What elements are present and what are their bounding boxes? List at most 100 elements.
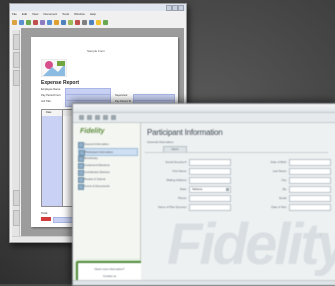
- text-input[interactable]: [189, 195, 231, 202]
- participant-toolbar: [73, 113, 335, 123]
- print-icon[interactable]: [103, 115, 108, 120]
- sidebar-nav-item[interactable]: Account Information: [78, 141, 136, 148]
- attachments-tab[interactable]: [13, 190, 20, 206]
- field-label: Last Name:: [272, 169, 287, 173]
- bookmarks-tab[interactable]: [13, 52, 20, 68]
- save-icon[interactable]: [111, 115, 116, 120]
- toolbar-button-icon[interactable]: [26, 19, 31, 25]
- menu-item[interactable]: Edit: [22, 12, 27, 17]
- toolbar-button-icon[interactable]: [68, 19, 73, 25]
- field-label: Social Security #:: [165, 160, 187, 164]
- comments-tab[interactable]: [13, 210, 20, 226]
- column-divider: [62, 110, 63, 206]
- left-form-field[interactable]: Mailing Address:: [141, 177, 237, 184]
- text-input[interactable]: [189, 177, 231, 184]
- field-label: Pay Period From:: [41, 94, 62, 97]
- home-icon[interactable]: [95, 115, 100, 120]
- text-input[interactable]: [289, 186, 331, 193]
- field-label: Date of Hire:: [271, 205, 287, 209]
- field-label: Mailing Address:: [166, 178, 187, 182]
- sidebar-nav-item[interactable]: Contribution Election: [78, 169, 136, 176]
- pdf-menu-bar: File Edit View Document Tools Window Help: [12, 12, 184, 17]
- field-label: Employee Name:: [41, 88, 61, 91]
- participant-window[interactable]: Fidelity Account Information Participant …: [72, 103, 335, 286]
- sidebar-nav-item[interactable]: Investment Elections: [78, 162, 136, 169]
- field-pay-from[interactable]: Pay Period From:: [41, 94, 111, 101]
- field-employee-name[interactable]: Employee Name:: [41, 88, 111, 95]
- left-form-field[interactable]: Social Security #:: [141, 159, 237, 166]
- text-input[interactable]: [289, 204, 331, 211]
- section-heading: General Information: [147, 140, 174, 144]
- right-form-field[interactable]: Email:: [239, 195, 335, 202]
- field-label: State:: [179, 187, 187, 191]
- menu-item[interactable]: File: [12, 12, 17, 17]
- field-label: Zip:: [282, 187, 287, 191]
- total-label: Total: [41, 211, 48, 215]
- signatures-tab[interactable]: [13, 70, 20, 86]
- menu-item[interactable]: Window: [74, 12, 85, 17]
- chevron-down-icon[interactable]: [226, 188, 229, 191]
- back-icon[interactable]: [79, 115, 84, 120]
- text-input[interactable]: [189, 204, 231, 211]
- toolbar-button-icon[interactable]: [103, 19, 108, 25]
- right-form-field[interactable]: Date of Hire:: [239, 204, 335, 211]
- text-input[interactable]: [289, 159, 331, 166]
- left-form-field[interactable]: First Name:: [141, 168, 237, 175]
- left-form-field[interactable]: Phone:: [141, 195, 237, 202]
- forward-icon[interactable]: [87, 115, 92, 120]
- promo-line: Contact us: [102, 274, 117, 278]
- menu-item[interactable]: View: [32, 12, 38, 17]
- right-form-field[interactable]: City:: [239, 177, 335, 184]
- toolbar-button-icon[interactable]: [33, 19, 38, 25]
- toolbar-button-icon[interactable]: [12, 19, 17, 25]
- pdf-side-tabs: [12, 30, 20, 236]
- toolbar-button-icon[interactable]: [19, 19, 24, 25]
- sidebar-nav-item[interactable]: Forms & Documents: [78, 183, 136, 190]
- toolbar-button-icon[interactable]: [89, 19, 94, 25]
- menu-item[interactable]: Help: [90, 12, 96, 17]
- left-form-field[interactable]: Name of Plan Sponsor:: [141, 204, 237, 211]
- left-form-field[interactable]: State: Alabama: [141, 186, 237, 193]
- promo-line: Need more information?: [94, 267, 125, 271]
- text-input[interactable]: [289, 168, 331, 175]
- text-input[interactable]: [189, 168, 231, 175]
- participant-main: Fidelity Participant Information General…: [141, 123, 335, 285]
- right-form-field[interactable]: Last Name:: [239, 168, 335, 175]
- column-header-date: Date: [46, 111, 52, 114]
- field-supervisor[interactable]: Supervisor:: [115, 94, 175, 101]
- report-title: Expense Report: [41, 80, 80, 86]
- menu-item[interactable]: Document: [43, 12, 57, 17]
- sidebar-nav-label: Forms & Documents: [84, 184, 110, 188]
- date-column[interactable]: [42, 116, 63, 206]
- sidebar-nav-label: Account Information: [84, 142, 109, 146]
- page-title: Participant Information: [147, 128, 223, 137]
- participant-title-bar[interactable]: [73, 104, 335, 113]
- sidebar-nav-item[interactable]: Beneficiary: [78, 155, 136, 162]
- page-header: Sample Form: [87, 49, 106, 53]
- right-form-field[interactable]: Date of Birth:: [239, 159, 335, 166]
- toolbar-button-icon[interactable]: [40, 19, 45, 25]
- sidebar-nav-label: Investment Elections: [84, 163, 110, 167]
- section-divider: [145, 152, 328, 153]
- pdf-title-bar[interactable]: [10, 4, 186, 11]
- toolbar-button-icon[interactable]: [82, 19, 87, 25]
- total-marker: [41, 217, 51, 221]
- text-input[interactable]: [189, 159, 231, 166]
- participant-sidebar: Fidelity Account Information Participant …: [73, 123, 143, 285]
- field-label: Date of Birth:: [270, 160, 287, 164]
- toolbar-button-icon[interactable]: [54, 19, 59, 25]
- pages-tab[interactable]: [13, 34, 20, 50]
- participant-status-bar: [73, 280, 335, 285]
- text-input[interactable]: [289, 177, 331, 184]
- state-select[interactable]: Alabama: [189, 186, 231, 193]
- toolbar-button-icon[interactable]: [61, 19, 66, 25]
- sidebar-nav-item[interactable]: Review & Submit: [78, 176, 136, 183]
- toolbar-button-icon[interactable]: [47, 19, 52, 25]
- menu-item[interactable]: Tools: [62, 12, 69, 17]
- text-input[interactable]: [289, 195, 331, 202]
- brand-logo: Fidelity: [80, 128, 105, 135]
- close-icon[interactable]: [178, 5, 184, 11]
- right-form-field[interactable]: Zip:: [239, 186, 335, 193]
- toolbar-button-icon[interactable]: [75, 19, 80, 25]
- toolbar-button-icon[interactable]: [96, 19, 101, 25]
